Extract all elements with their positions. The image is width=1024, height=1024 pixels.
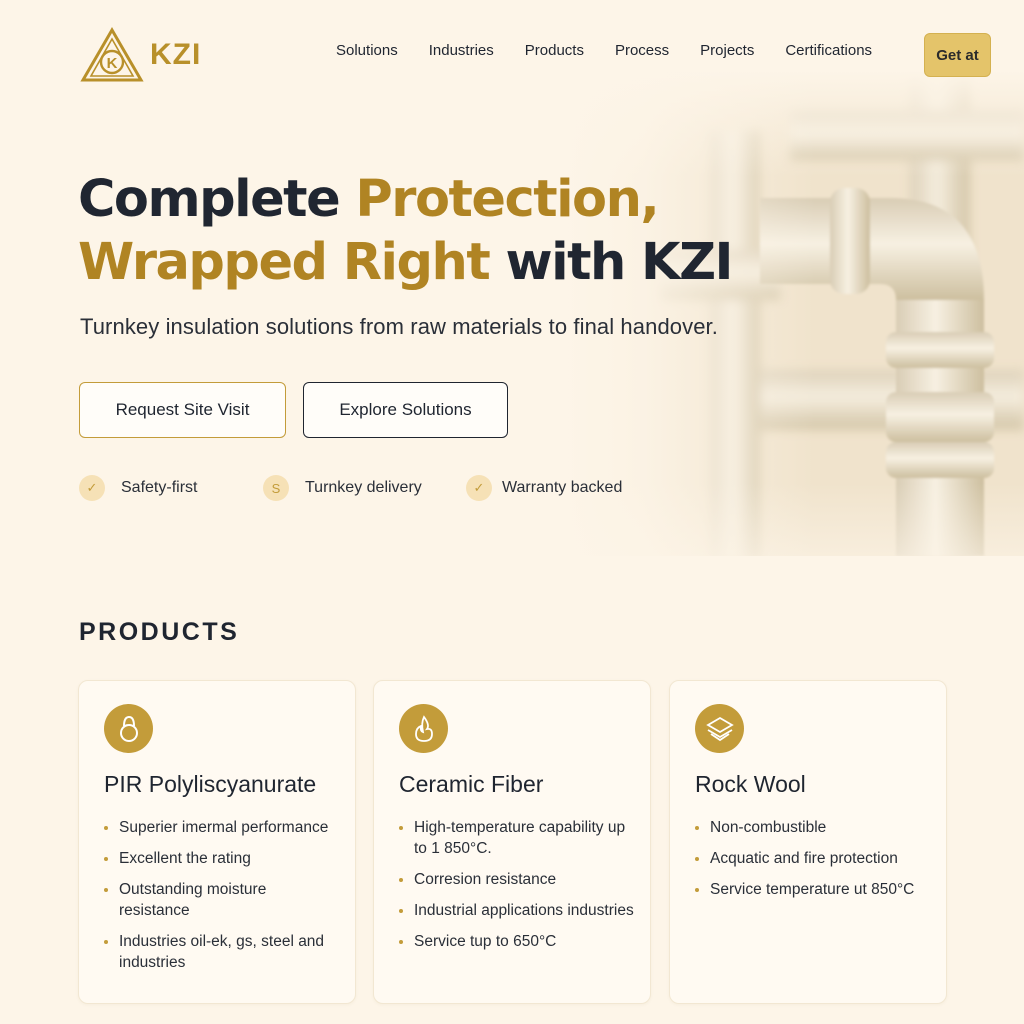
bullet-dot-icon — [399, 826, 403, 830]
bullet-dot-icon — [104, 888, 108, 892]
product-card-pir[interactable]: PIR Polyliscyanurate Superier imermal pe… — [78, 680, 356, 1004]
feature-text: High-temperature capability up to 1 850°… — [414, 819, 626, 857]
badge-turnkey: S Turnkey delivery — [263, 475, 422, 501]
product-title: Rock Wool — [695, 771, 806, 797]
feature-item: Non-combustible — [695, 817, 932, 838]
feature-item: Service tup to 650°C — [399, 931, 636, 952]
bullet-dot-icon — [399, 940, 403, 944]
hero-title-part: with KZI — [489, 233, 734, 292]
feature-text: Industries oil-ek, gs, steel and industr… — [119, 933, 325, 971]
bullet-dot-icon — [104, 940, 108, 944]
feature-text: Superier imermal performance — [119, 819, 329, 836]
hero-subtitle: Turnkey insulation solutions from raw ma… — [80, 314, 718, 339]
feature-item: Excellent the rating — [104, 848, 341, 869]
check-icon: ✓ — [466, 475, 492, 501]
badge-warranty: ✓ Warranty backed — [466, 475, 622, 501]
explore-solutions-button[interactable]: Explore Solutions — [303, 382, 508, 438]
nav-link-process[interactable]: Process — [615, 42, 669, 59]
products-heading: PRODUCTS — [79, 618, 240, 646]
layers-icon — [695, 704, 744, 753]
badge-label: Warranty backed — [502, 479, 623, 496]
bullet-dot-icon — [695, 857, 699, 861]
svg-text:K: K — [107, 55, 118, 72]
feature-item: Industries oil-ek, gs, steel and industr… — [104, 931, 341, 973]
kzi-emblem-icon: K — [80, 27, 144, 82]
feature-item: Outstanding moisture resistance — [104, 879, 341, 921]
hero-title-highlight: Protection, — [355, 170, 659, 229]
feature-text: Acquatic and fire protection — [710, 850, 898, 867]
nav-link-solutions[interactable]: Solutions — [336, 42, 398, 59]
dollar-icon: S — [263, 475, 289, 501]
nav-link-industries[interactable]: Industries — [429, 42, 494, 59]
bullet-dot-icon — [695, 888, 699, 892]
get-a-quote-button[interactable]: Get at — [924, 33, 991, 77]
feature-text: Service temperature ut 850°C — [710, 881, 915, 898]
top-navigation: K KZI Solutions Industries Products Process… — [80, 24, 991, 86]
bullet-dot-icon — [399, 878, 403, 882]
feature-text: Non-combustible — [710, 819, 827, 836]
product-title: Ceramic Fiber — [399, 771, 544, 797]
feature-item: Acquatic and fire protection — [695, 848, 932, 869]
feature-item: Industrial applications industries — [399, 900, 636, 921]
feature-item: Service temperature ut 850°C — [695, 879, 932, 900]
nav-link-projects[interactable]: Projects — [700, 42, 754, 59]
badge-label: Turnkey delivery — [305, 479, 422, 496]
feature-text: Excellent the rating — [119, 850, 251, 867]
feature-item: Superier imermal performance — [104, 817, 341, 838]
brand-name: KZI — [150, 38, 202, 71]
feature-text: Outstanding moisture resistance — [119, 881, 267, 919]
nav-link-certifications[interactable]: Certifications — [785, 42, 872, 59]
feature-item: Corresion resistance — [399, 869, 636, 890]
product-features: Non-combustible Acquatic and fire protect… — [695, 817, 932, 910]
hero-title-highlight: Wrapped Right — [78, 233, 491, 292]
badge-label: Safety-first — [121, 479, 198, 496]
product-card-rock-wool[interactable]: Rock Wool Non-combustible Acquatic and fi… — [669, 680, 947, 1004]
product-features: Superier imermal performance Excellent th… — [104, 817, 341, 983]
feature-text: Corresion resistance — [414, 871, 557, 888]
bullet-dot-icon — [695, 826, 699, 830]
feature-text: Service tup to 650°C — [414, 933, 557, 950]
badge-safety: ✓ Safety-first — [79, 475, 197, 501]
brand-logo[interactable]: K KZI — [80, 27, 201, 83]
ring-icon — [104, 704, 153, 753]
flame-icon — [399, 704, 448, 753]
bullet-dot-icon — [399, 909, 403, 913]
product-title: PIR Polyliscyanurate — [104, 771, 317, 797]
nav-links: Solutions Industries Products Process Projec… — [336, 42, 903, 59]
hero-pipes-image — [560, 70, 1024, 556]
hero-title: Complete Protection, Wrapped Right with … — [78, 168, 758, 294]
nav-link-products[interactable]: Products — [525, 42, 584, 59]
check-icon: ✓ — [79, 475, 105, 501]
bullet-dot-icon — [104, 857, 108, 861]
product-features: High-temperature capability up to 1 850°… — [399, 817, 636, 962]
hero-title-part: Complete — [78, 170, 356, 229]
request-site-visit-button[interactable]: Request Site Visit — [79, 382, 286, 438]
feature-text: Industrial applications industries — [414, 902, 634, 919]
product-card-ceramic-fiber[interactable]: Ceramic Fiber High-temperature capabilit… — [373, 680, 651, 1004]
feature-item: High-temperature capability up to 1 850°… — [399, 817, 636, 859]
bullet-dot-icon — [104, 826, 108, 830]
